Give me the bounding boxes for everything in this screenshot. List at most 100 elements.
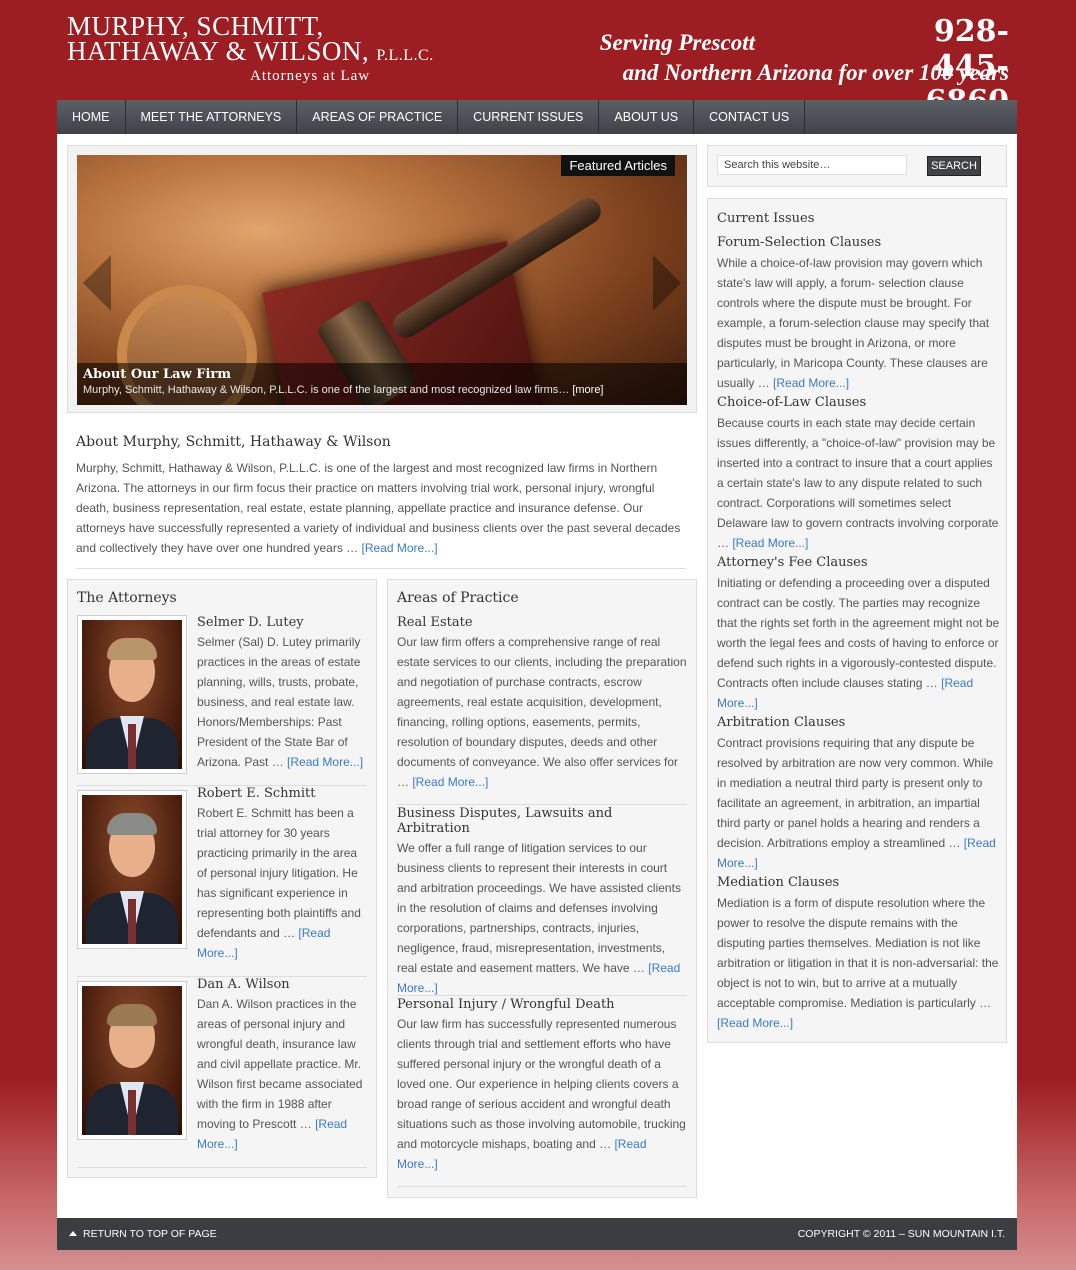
areas-title: Areas of Practice	[397, 590, 519, 606]
attorney-bio: Selmer (Sal) D. Lutey primarily practice…	[197, 632, 369, 772]
issue-body: Initiating or defending a proceeding ove…	[717, 576, 1000, 690]
photo-background	[82, 620, 182, 769]
divider	[76, 568, 686, 569]
practice-area-title[interactable]: Business Disputes, Lawsuits and Arbitrat…	[397, 806, 687, 836]
issue-body: While a choice-of-law provision may gove…	[717, 256, 990, 390]
practice-area-read-more-link[interactable]: [Read More...]	[412, 775, 488, 789]
practice-area-body: We offer a full range of litigation serv…	[397, 841, 681, 975]
issue-text: While a choice-of-law provision may gove…	[717, 253, 1001, 393]
issue-body: Mediation is a form of dispute resolutio…	[717, 896, 999, 1010]
logo-line-2-text: Hathaway & Wilson,	[67, 36, 370, 66]
return-to-top-label: Return to top of page	[83, 1228, 217, 1240]
return-to-top-link[interactable]: Return to top of page	[69, 1228, 217, 1240]
practice-area-title[interactable]: Real Estate	[397, 615, 687, 630]
logo-subtitle: Attorneys at Law	[250, 68, 371, 84]
divider	[397, 995, 687, 996]
featured-articles-badge: Featured Articles	[561, 155, 675, 176]
issue-title[interactable]: Attorney's Fee Clauses	[717, 553, 1001, 573]
practice-area-text: We offer a full range of litigation serv…	[397, 838, 687, 998]
attorney-info: Robert E. Schmitt Robert E. Schmitt has …	[197, 786, 369, 963]
site-logo[interactable]: Murphy, Schmitt, Hathaway & Wilson, P.L.…	[67, 13, 434, 85]
footer: Return to top of page Copyright © 2011 –…	[57, 1218, 1017, 1250]
attorney-name[interactable]: Dan A. Wilson	[197, 977, 369, 992]
logo-suffix: P.L.L.C.	[376, 47, 434, 64]
attorney-info: Dan A. Wilson Dan A. Wilson practices in…	[197, 977, 369, 1154]
slide-caption-title[interactable]: About Our Law Firm	[77, 363, 687, 382]
about-text: Murphy, Schmitt, Hathaway & Wilson, P.L.…	[76, 458, 686, 558]
nav-areas-of-practice[interactable]: AREAS OF PRACTICE	[297, 100, 459, 134]
content-wrapper: Featured Articles About Our Law Firm Mur…	[57, 134, 1017, 1218]
attorney-photo[interactable]	[77, 790, 187, 949]
nav-home[interactable]: HOME	[57, 100, 126, 134]
issue-text: Contract provisions requiring that any d…	[717, 733, 1001, 873]
issue-read-more-link[interactable]: [Read More...]	[773, 376, 849, 390]
slider-next-icon[interactable]	[653, 255, 681, 311]
about-title[interactable]: About Murphy, Schmitt, Hathaway & Wilson	[76, 434, 686, 450]
attorney-bio-text: Selmer (Sal) D. Lutey primarily practice…	[197, 635, 361, 769]
issue-title[interactable]: Forum-Selection Clauses	[717, 233, 1001, 253]
slide-caption: About Our Law Firm Murphy, Schmitt, Hath…	[77, 363, 687, 405]
attorney-read-more-link[interactable]: [Read More...]	[287, 755, 363, 769]
issue-read-more-link[interactable]: [Read More...]	[717, 1016, 793, 1030]
photo-background	[82, 986, 182, 1135]
search-button[interactable]: SEARCH	[927, 156, 981, 176]
slide-caption-text: Murphy, Schmitt, Hathaway & Wilson, P.L.…	[83, 384, 681, 396]
slide-image[interactable]: Featured Articles About Our Law Firm Mur…	[77, 155, 687, 405]
slider-prev-icon[interactable]	[83, 255, 111, 311]
issue-item: Mediation Clauses Mediation is a form of…	[717, 873, 1001, 1033]
attorney-name[interactable]: Robert E. Schmitt	[197, 786, 369, 801]
photo-tie	[128, 1090, 136, 1135]
attorney-photo[interactable]	[77, 615, 187, 774]
attorney-info: Selmer D. Lutey Selmer (Sal) D. Lutey pr…	[197, 615, 369, 772]
practice-area-body: Our law firm offers a comprehensive rang…	[397, 635, 687, 789]
about-section: About Murphy, Schmitt, Hathaway & Wilson…	[76, 434, 686, 558]
issue-title[interactable]: Mediation Clauses	[717, 873, 1001, 893]
photo-tie	[128, 724, 136, 769]
attorney-card: Robert E. Schmitt Robert E. Schmitt has …	[77, 786, 367, 977]
current-issues-title: Current Issues	[717, 211, 815, 226]
photo-hair	[107, 1004, 157, 1026]
attorney-bio: Dan A. Wilson practices in the areas of …	[197, 994, 369, 1154]
issue-item: Arbitration Clauses Contract provisions …	[717, 713, 1001, 873]
attorney-photo[interactable]	[77, 981, 187, 1140]
practice-area-title[interactable]: Personal Injury / Wrongful Death	[397, 997, 687, 1012]
attorney-card: Selmer D. Lutey Selmer (Sal) D. Lutey pr…	[77, 615, 367, 786]
tagline-line-2: and Northern Arizona for over 100 years	[622, 60, 1009, 85]
attorneys-widget: The Attorneys Selmer D. Lutey Selmer (Sa…	[67, 579, 377, 1178]
attorney-card: Dan A. Wilson Dan A. Wilson practices in…	[77, 977, 367, 1168]
issue-text: Because courts in each state may decide …	[717, 413, 1001, 553]
about-read-more-link[interactable]: [Read More...]	[362, 541, 438, 555]
nav-meet-the-attorneys[interactable]: MEET THE ATTORNEYS	[126, 100, 298, 134]
header: Murphy, Schmitt, Hathaway & Wilson, P.L.…	[57, 0, 1017, 120]
search-input[interactable]	[717, 155, 907, 175]
issue-read-more-link[interactable]: [Read More...]	[732, 536, 808, 550]
logo-line-2: Hathaway & Wilson, P.L.L.C.	[67, 36, 434, 68]
attorney-bio-text: Robert E. Schmitt has been a trial attor…	[197, 806, 361, 940]
issue-body: Because courts in each state may decide …	[717, 416, 999, 550]
issue-title[interactable]: Arbitration Clauses	[717, 713, 1001, 733]
attorney-bio: Robert E. Schmitt has been a trial attor…	[197, 803, 369, 963]
attorneys-title: The Attorneys	[77, 590, 177, 606]
featured-slider: Featured Articles About Our Law Firm Mur…	[67, 145, 697, 413]
practice-area: Personal Injury / Wrongful Death Our law…	[397, 997, 687, 1174]
nav-about-us[interactable]: ABOUT US	[599, 100, 695, 134]
issue-title[interactable]: Choice-of-Law Clauses	[717, 393, 1001, 413]
attorney-name[interactable]: Selmer D. Lutey	[197, 615, 369, 630]
main-nav: HOME MEET THE ATTORNEYS AREAS OF PRACTIC…	[57, 100, 1017, 134]
tagline-line-1: Serving Prescott	[599, 30, 755, 55]
issue-item: Forum-Selection Clauses While a choice-o…	[717, 233, 1001, 393]
practice-area-text: Our law firm offers a comprehensive rang…	[397, 632, 687, 792]
nav-contact-us[interactable]: CONTACT US	[694, 100, 806, 134]
issue-text: Initiating or defending a proceeding ove…	[717, 573, 1001, 713]
arrow-up-icon	[69, 1231, 77, 1236]
slide-more-link[interactable]: [more]	[572, 384, 603, 396]
practice-area-text: Our law firm has successfully represente…	[397, 1014, 687, 1174]
issue-item: Choice-of-Law Clauses Because courts in …	[717, 393, 1001, 553]
attorney-bio-text: Dan A. Wilson practices in the areas of …	[197, 997, 363, 1131]
practice-area: Real Estate Our law firm offers a compre…	[397, 615, 687, 792]
nav-current-issues[interactable]: CURRENT ISSUES	[458, 100, 600, 134]
search-widget: SEARCH	[707, 145, 1007, 187]
divider	[397, 804, 687, 805]
practice-area: Business Disputes, Lawsuits and Arbitrat…	[397, 806, 687, 998]
practice-area-body: Our law firm has successfully represente…	[397, 1017, 686, 1151]
